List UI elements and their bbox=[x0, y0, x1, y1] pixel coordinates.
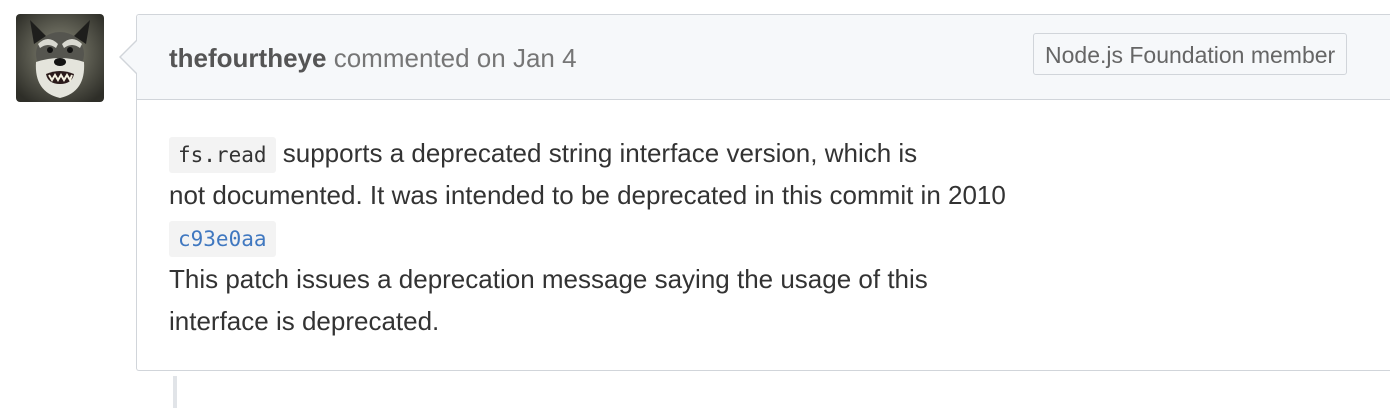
comment-caret-fill bbox=[121, 41, 137, 73]
commit-sha-link[interactable]: c93e0aa bbox=[178, 227, 267, 251]
body-line-2: not documented. It was intended to be de… bbox=[169, 180, 1006, 210]
author-link[interactable]: thefourtheye bbox=[169, 43, 326, 73]
body-line-4: This patch issues a deprecation message … bbox=[169, 264, 928, 294]
body-line-5: interface is deprecated. bbox=[169, 306, 440, 336]
comment-header: thefourtheye commented on Jan 4 Node.js … bbox=[137, 15, 1390, 100]
comment-header-text: thefourtheye commented on Jan 4 bbox=[169, 41, 577, 75]
member-badge: Node.js Foundation member bbox=[1033, 33, 1348, 75]
comment-timestamp[interactable]: Jan 4 bbox=[513, 43, 577, 73]
body-line-1-text: supports a deprecated string interface v… bbox=[282, 138, 918, 168]
comment-box: thefourtheye commented on Jan 4 Node.js … bbox=[136, 14, 1390, 371]
comment-body: fs.read supports a deprecated string int… bbox=[169, 132, 1169, 342]
avatar[interactable] bbox=[16, 14, 104, 102]
comment-action: commented bbox=[333, 43, 470, 73]
schnauzer-avatar-image bbox=[16, 14, 104, 102]
body-line-1: fs.read supports a deprecated string int… bbox=[169, 132, 1169, 174]
comment-on-text: on bbox=[476, 43, 506, 73]
inline-code: fs.read bbox=[169, 137, 276, 173]
body-line-3: c93e0aa bbox=[169, 216, 1169, 258]
timeline-line bbox=[173, 376, 177, 408]
